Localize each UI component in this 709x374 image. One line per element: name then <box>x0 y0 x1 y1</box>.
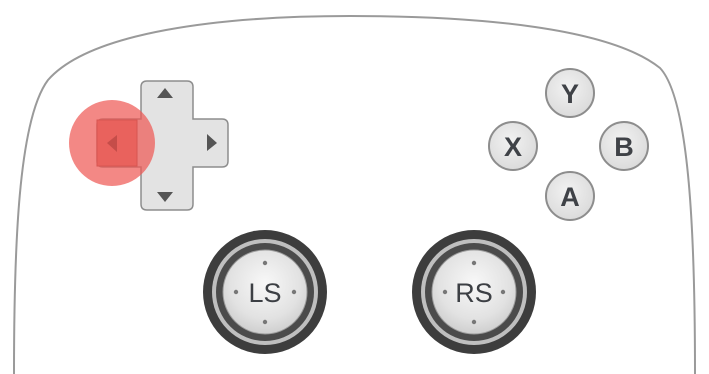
gamepad-stage: Y X B A LS RS <box>0 0 709 374</box>
left-stick-dot-top <box>262 260 268 266</box>
right-stick[interactable]: RS <box>412 230 536 354</box>
right-stick-dot-left <box>442 289 448 295</box>
left-stick-dot-right <box>291 289 297 295</box>
face-button-y[interactable]: Y <box>545 68 595 118</box>
right-stick-dot-right <box>500 289 506 295</box>
face-button-x-label: X <box>504 132 522 162</box>
face-button-b-label: B <box>614 132 634 162</box>
face-button-b[interactable]: B <box>599 121 649 171</box>
left-stick[interactable]: LS <box>203 230 327 354</box>
gamepad-illustration: Y X B A LS RS <box>13 14 696 374</box>
left-stick-dot-bottom <box>262 319 268 325</box>
right-stick-dot-bottom <box>471 319 477 325</box>
face-button-y-label: Y <box>561 79 579 109</box>
face-button-x[interactable]: X <box>488 121 538 171</box>
face-button-a[interactable]: A <box>545 171 595 221</box>
face-button-a-label: A <box>560 182 580 212</box>
right-stick-dot-top <box>471 260 477 266</box>
left-stick-dot-left <box>233 289 239 295</box>
left-stick-label: LS <box>248 278 281 308</box>
right-stick-label: RS <box>455 278 493 308</box>
press-highlight-indicator <box>69 100 155 186</box>
